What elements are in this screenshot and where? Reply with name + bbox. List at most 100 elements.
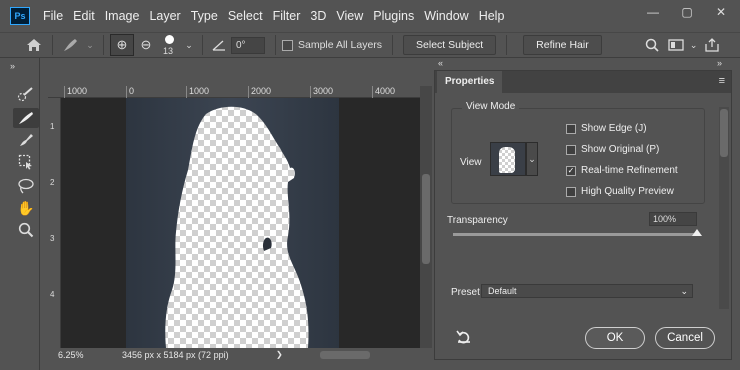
vertical-ruler: 1 2 3 4 <box>48 98 61 348</box>
divider <box>275 35 276 55</box>
menu-3d[interactable]: 3D <box>305 9 331 23</box>
add-mode-icon[interactable]: ⊕ <box>110 34 134 56</box>
sample-all-layers-box[interactable] <box>282 39 293 51</box>
menu-image[interactable]: Image <box>100 9 145 23</box>
cancel-button[interactable]: Cancel <box>655 327 715 349</box>
hand-tool-icon[interactable]: ✋ <box>13 198 39 218</box>
preset-label: Preset <box>451 287 480 298</box>
divider <box>392 35 394 55</box>
home-icon[interactable] <box>22 34 46 56</box>
reset-icon[interactable] <box>455 329 473 347</box>
options-bar: ⌄ ⊕ ⊖ 13 ⌄ 0° Sample All Layers Select S… <box>0 32 740 58</box>
chevron-down-icon[interactable]: ⌄ <box>182 34 196 56</box>
panel-menu-icon[interactable]: ≡ <box>719 75 725 87</box>
status-bar: 6.25% 3456 px x 5184 px (72 ppi) ❯ <box>48 350 432 362</box>
expand-panels-icon[interactable]: « <box>438 58 443 68</box>
chevron-down-icon[interactable]: ⌄ <box>83 34 97 56</box>
canvas-vertical-scrollbar[interactable] <box>420 86 432 348</box>
angle-icon <box>209 34 229 56</box>
show-original-label: Show Original (P) <box>581 144 660 155</box>
sample-all-layers-checkbox[interactable]: Sample All Layers <box>282 39 382 51</box>
document-canvas[interactable] <box>48 86 420 348</box>
brush-dot-icon <box>165 35 174 44</box>
brush-size-picker[interactable]: 13 <box>158 33 182 57</box>
preset-value: Default <box>488 286 517 296</box>
menu-window[interactable]: Window <box>419 9 473 23</box>
close-icon[interactable]: ✕ <box>710 5 732 19</box>
subtract-mode-icon[interactable]: ⊖ <box>134 34 158 56</box>
realtime-refinement-label: Real-time Refinement <box>581 165 678 176</box>
search-icon[interactable] <box>640 34 664 56</box>
view-mode-thumbnail[interactable] <box>490 142 526 176</box>
menu-file[interactable]: File <box>38 9 68 23</box>
zoom-level[interactable]: 6.25% <box>58 350 84 360</box>
workspace-icon[interactable] <box>664 34 688 56</box>
zoom-tool-icon[interactable] <box>13 220 39 240</box>
show-edge-checkbox[interactable] <box>566 123 576 134</box>
refine-hair-button[interactable]: Refine Hair <box>523 35 602 55</box>
select-subject-button[interactable]: Select Subject <box>403 35 497 55</box>
menu-bar: Ps File Edit Image Layer Type Select Fil… <box>0 0 740 32</box>
chevron-down-icon[interactable]: ⌄ <box>688 34 700 56</box>
menu-edit[interactable]: Edit <box>68 9 100 23</box>
angle-input[interactable]: 0° <box>231 36 265 54</box>
slider-handle[interactable] <box>692 229 702 236</box>
menu-view[interactable]: View <box>331 9 368 23</box>
transparency-label: Transparency <box>447 215 508 226</box>
ruler-mark: 1 <box>50 122 55 131</box>
scrollbar-thumb[interactable] <box>720 109 728 157</box>
realtime-refinement-option[interactable]: ✓ Real-time Refinement <box>566 165 678 176</box>
object-selection-tool-icon[interactable] <box>13 152 39 172</box>
chevron-down-icon: ⌄ <box>680 286 688 296</box>
preset-select[interactable]: Default ⌄ <box>481 284 693 298</box>
transparency-slider[interactable] <box>453 229 702 236</box>
minimize-icon[interactable]: — <box>642 5 664 19</box>
show-edge-option[interactable]: Show Edge (J) <box>566 123 647 134</box>
ok-button[interactable]: OK <box>585 327 645 349</box>
show-original-checkbox[interactable] <box>566 144 576 155</box>
high-quality-preview-checkbox[interactable] <box>566 186 576 197</box>
ruler-tick: 4000 <box>372 86 395 98</box>
quick-selection-tool-icon[interactable] <box>13 84 39 104</box>
share-icon[interactable] <box>700 34 724 56</box>
ruler-tick: 1000 <box>64 86 87 98</box>
menu-filter[interactable]: Filter <box>268 9 306 23</box>
chevron-down-icon[interactable]: ⌄ <box>526 142 538 176</box>
menu-layer[interactable]: Layer <box>144 9 185 23</box>
divider <box>103 35 104 55</box>
lasso-tool-icon[interactable] <box>13 176 39 196</box>
show-original-option[interactable]: Show Original (P) <box>566 144 659 155</box>
menu-help[interactable]: Help <box>474 9 510 23</box>
brush-tool-icon[interactable] <box>13 130 39 150</box>
ruler-mark: 2 <box>50 178 55 187</box>
scrollbar-thumb[interactable] <box>422 174 430 264</box>
subject-silhouette <box>165 106 309 348</box>
ruler-tick: 0 <box>126 86 134 98</box>
view-mode-group: View Mode View ⌄ Show Edge (J) Show Orig… <box>451 101 705 204</box>
menu-plugins[interactable]: Plugins <box>368 9 419 23</box>
high-quality-preview-option[interactable]: High Quality Preview <box>566 186 674 197</box>
horizontal-ruler: 1000 0 1000 2000 3000 4000 <box>48 86 420 98</box>
panel-scrollbar[interactable] <box>719 107 729 309</box>
menu-type[interactable]: Type <box>186 9 223 23</box>
ruler-tick: 2000 <box>248 86 271 98</box>
menu-select[interactable]: Select <box>223 9 268 23</box>
collapse-toolbox-icon[interactable]: » <box>10 61 15 71</box>
collapse-panels-icon[interactable]: » <box>717 58 722 68</box>
document-size: 3456 px x 5184 px (72 ppi) <box>122 350 229 360</box>
refine-edge-brush-icon[interactable] <box>59 34 83 56</box>
show-edge-label: Show Edge (J) <box>581 123 647 134</box>
sample-all-layers-label: Sample All Layers <box>298 39 383 51</box>
maximize-icon[interactable]: ▢ <box>676 5 698 19</box>
transparency-slider-fill <box>453 233 697 236</box>
panel-tab-bar: Properties ≡ <box>435 71 731 93</box>
status-menu-icon[interactable]: ❯ <box>276 350 283 359</box>
divider <box>506 35 508 55</box>
transparency-input[interactable]: 100% <box>649 212 697 226</box>
high-quality-preview-label: High Quality Preview <box>581 186 674 197</box>
ruler-mark: 3 <box>50 234 55 243</box>
realtime-refinement-checkbox[interactable]: ✓ <box>566 165 576 176</box>
refine-edge-brush-tool-icon[interactable] <box>13 108 39 128</box>
view-mode-title: View Mode <box>462 101 520 112</box>
tab-properties[interactable]: Properties <box>437 71 503 93</box>
